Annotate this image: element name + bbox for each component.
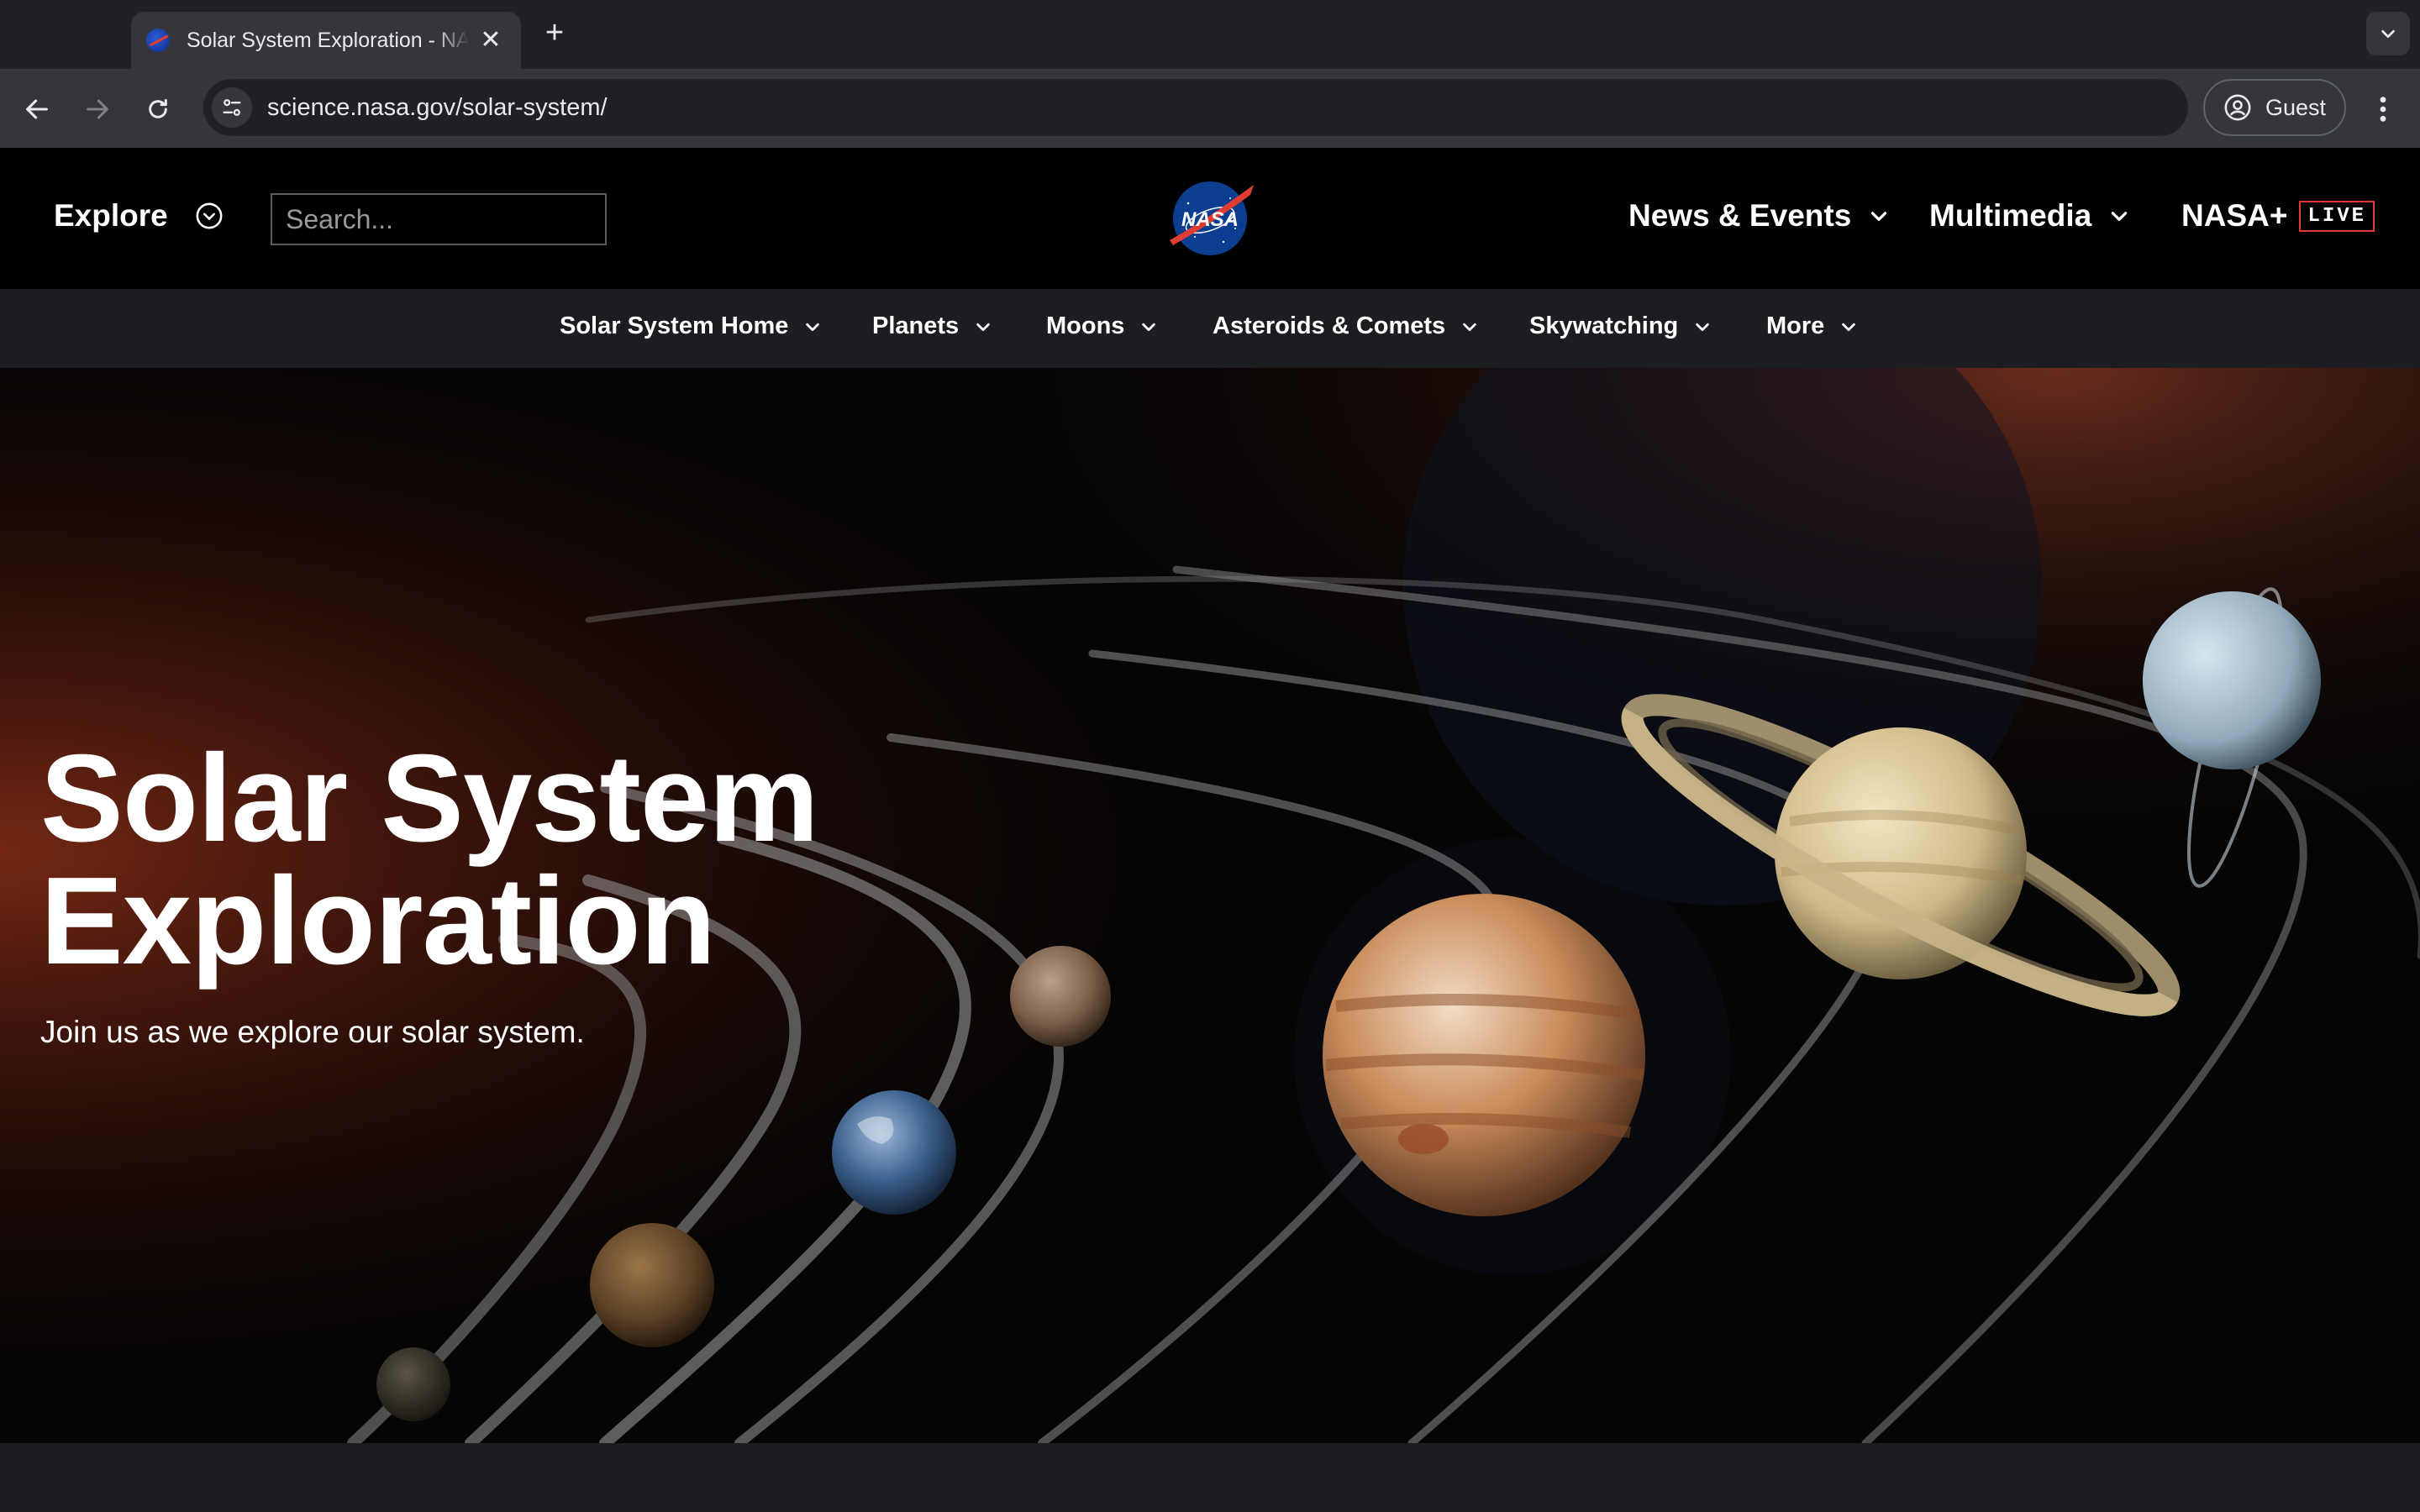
chevron-down-icon [1142, 323, 1156, 331]
forward-button[interactable] [77, 89, 118, 129]
chevron-down-icon [1696, 323, 1710, 331]
subnav-label: Moons [1046, 312, 1125, 339]
live-badge: LIVE [2299, 200, 2375, 232]
nav-news-events-label: News & Events [1628, 198, 1852, 233]
chevron-down-icon [806, 323, 820, 331]
new-tab-button[interactable]: + [538, 17, 571, 50]
browser-tab-active[interactable]: Solar System Exploration - NASA Science … [131, 12, 521, 69]
chevron-down-icon [1842, 323, 1856, 331]
subnav-label: Solar System Home [560, 312, 789, 339]
hero-title-line-2: Exploration [40, 852, 716, 990]
nav-multimedia[interactable]: Multimedia [1929, 198, 2130, 234]
tab-search-button[interactable] [2366, 12, 2410, 55]
chevron-down-icon [2112, 212, 2128, 221]
profile-label: Guest [2265, 94, 2327, 120]
hero-banner: Solar System Exploration Join us as we e… [0, 368, 2420, 1443]
account-circle-icon [2224, 94, 2251, 121]
browser-tab-strip: Solar System Exploration - NASA Science … [0, 0, 2420, 69]
subnav-planets[interactable]: Planets [872, 312, 992, 340]
subnav-moons[interactable]: Moons [1046, 312, 1158, 340]
subnav-label: Skywatching [1529, 312, 1679, 339]
site-header: Explore NASA News & Events Multimedia NA… [0, 148, 2420, 289]
tune-icon [223, 99, 241, 116]
arrow-right-icon [87, 99, 108, 119]
url-text: science.nasa.gov/solar-system/ [267, 93, 608, 121]
explore-menu-button[interactable]: Explore [54, 198, 224, 234]
chevron-down-icon [1463, 323, 1476, 331]
explore-label: Explore [54, 198, 168, 233]
nav-nasa-plus[interactable]: NASA+ LIVE [2181, 198, 2375, 234]
browser-toolbar: science.nasa.gov/solar-system/ Guest [0, 69, 2420, 148]
chevron-down-icon [2381, 29, 2395, 39]
back-button[interactable] [17, 89, 57, 129]
tab-title: Solar System Exploration - NASA Science [187, 28, 469, 52]
subnav-solar-system-home[interactable]: Solar System Home [560, 312, 822, 340]
search-input[interactable] [271, 193, 607, 245]
more-vert-icon [2380, 97, 2386, 122]
reload-button[interactable] [138, 89, 178, 129]
hero-title-line-1: Solar System [40, 729, 819, 868]
reload-icon [149, 98, 167, 118]
nav-nasa-plus-label: NASA+ [2181, 198, 2288, 233]
close-tab-icon[interactable]: ✕ [477, 27, 504, 54]
address-bar[interactable]: science.nasa.gov/solar-system/ [203, 79, 2188, 136]
nav-multimedia-label: Multimedia [1929, 198, 2092, 233]
chevron-down-icon [1871, 212, 1887, 221]
arrow-left-icon [26, 99, 48, 119]
browser-menu-button[interactable] [2365, 87, 2402, 131]
solar-system-subnav: Solar System Home Planets Moons Asteroid… [0, 289, 2420, 368]
hero-title: Solar System Exploration [40, 729, 819, 990]
profile-button[interactable]: Guest [2203, 79, 2346, 136]
nav-news-events[interactable]: News & Events [1628, 198, 1890, 234]
intro-section [0, 1443, 2420, 1512]
subnav-skywatching[interactable]: Skywatching [1529, 312, 1712, 340]
subnav-label: More [1766, 312, 1825, 339]
chevron-down-icon [976, 323, 990, 331]
chevron-circle-down-icon [196, 202, 223, 229]
nasa-logo-text: NASA [1181, 208, 1239, 231]
nasa-favicon-icon [146, 29, 170, 52]
site-info-button[interactable] [212, 87, 252, 128]
hero-subtitle: Join us as we explore our solar system. [40, 1015, 585, 1049]
subnav-more[interactable]: More [1766, 312, 1858, 340]
subnav-label: Asteroids & Comets [1213, 312, 1446, 339]
subnav-asteroids-comets[interactable]: Asteroids & Comets [1213, 312, 1479, 340]
nasa-logo[interactable]: NASA [1163, 178, 1257, 259]
subnav-label: Planets [872, 312, 960, 339]
